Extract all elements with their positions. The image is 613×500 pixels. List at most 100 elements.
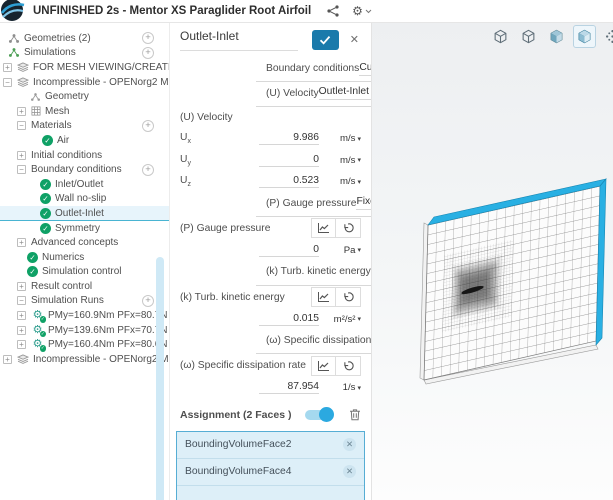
iso-view-button[interactable] <box>489 25 512 48</box>
shaded-view-button[interactable] <box>545 25 568 48</box>
tree-item-symmetry[interactable]: ✓ Symmetry <box>0 221 169 236</box>
expand-icon[interactable]: + <box>17 106 26 116</box>
collapse-icon[interactable]: − <box>17 296 26 306</box>
unit-label: m/s <box>340 133 356 145</box>
tree-item-incompressible-openorg2-mentor-r[interactable]: − Incompressible - OPENorg2 Mentor R... <box>0 75 169 90</box>
dropdown-boundary-conditions[interactable]: Custom <box>359 62 371 76</box>
expand-icon[interactable]: + <box>17 325 26 335</box>
reset-value-button[interactable] <box>336 218 361 239</box>
tree-item-label: Geometries (2) <box>24 32 91 44</box>
apply-button[interactable] <box>311 30 339 50</box>
add-button[interactable]: + <box>142 163 154 176</box>
expand-icon[interactable]: + <box>17 238 26 248</box>
tree-item-air[interactable]: ✓ Air <box>0 133 169 148</box>
expand-icon[interactable]: + <box>17 150 26 160</box>
unit-label: m/s <box>340 176 356 188</box>
tree-item-incompressible-openorg2-mentor-r[interactable]: + Incompressible - OPENorg2 Mentor R... <box>0 352 169 367</box>
application-window: UNFINISHED 2s - Mentor XS Paraglider Roo… <box>0 0 613 500</box>
unit-select[interactable]: m/s ▾ <box>319 133 361 144</box>
remove-face-icon[interactable]: ✕ <box>343 465 356 479</box>
expand-icon[interactable]: + <box>17 281 26 291</box>
mesh-view-button[interactable] <box>573 25 596 48</box>
tree-item-mesh[interactable]: + Mesh <box>0 104 169 119</box>
dropdown-u-velocity[interactable]: Outlet-Inlet <box>318 86 371 101</box>
value-input[interactable]: 0.015 <box>259 313 319 326</box>
dropdown-value: Fixed value <box>356 196 371 208</box>
tree-item-result-control[interactable]: + Result control <box>0 279 169 294</box>
share-icon[interactable] <box>327 5 339 17</box>
tree-item-geometries-2[interactable]: Geometries (2) + <box>0 31 169 46</box>
viewport-3d[interactable] <box>372 22 613 500</box>
tree-scrollbar[interactable] <box>156 257 164 500</box>
value-input[interactable]: 87.954 <box>259 381 319 395</box>
tree-item-advanced-concepts[interactable]: + Advanced concepts <box>0 235 169 250</box>
unit-select[interactable]: m/s ▾ <box>319 176 361 187</box>
field-label: (U) Velocity <box>180 111 233 123</box>
tree-item-simulation-control[interactable]: ✓ Simulation control <box>0 265 169 280</box>
expand-icon[interactable]: + <box>17 340 26 350</box>
value-input[interactable]: 0 <box>259 244 319 257</box>
tree-item-simulation-runs[interactable]: − Simulation Runs + <box>0 294 169 309</box>
check-icon: ✓ <box>27 266 38 278</box>
assigned-face-boundingvolumeface2[interactable]: BoundingVolumeFace2 ✕ <box>177 432 364 459</box>
face-name: BoundingVolumeFace2 <box>185 439 292 451</box>
perspective-view-button[interactable] <box>517 25 540 48</box>
expand-icon[interactable]: + <box>3 62 12 72</box>
add-button[interactable]: + <box>142 119 154 132</box>
value-input[interactable]: 0 <box>259 154 319 167</box>
tree-item-wall-no-slip[interactable]: ✓ Wall no-slip <box>0 192 169 207</box>
table-input-button[interactable] <box>311 287 336 308</box>
collapse-icon[interactable]: − <box>17 121 26 131</box>
check-icon: ✓ <box>27 251 38 263</box>
tree-item-initial-conditions[interactable]: + Initial conditions <box>0 148 169 163</box>
tree-item-boundary-conditions[interactable]: − Boundary conditions + <box>0 162 169 177</box>
assignment-list: BoundingVolumeFace2 ✕ BoundingVolumeFace4 ✕ <box>176 430 365 500</box>
unit-select[interactable]: m/s ▾ <box>319 155 361 166</box>
tree-item-simulations[interactable]: Simulations + <box>0 46 169 61</box>
tree-item-materials[interactable]: − Materials + <box>0 119 169 134</box>
assigned-face-boundingvolumeface4[interactable]: BoundingVolumeFace4 ✕ <box>177 459 364 486</box>
tree-item-label: PMy=139.6Nm PFx=70.7N 3ao... <box>48 324 169 336</box>
add-button[interactable]: + <box>142 46 154 59</box>
settings-menu-button[interactable]: ⚙ <box>352 5 372 17</box>
table-input-button[interactable] <box>311 355 336 376</box>
reset-value-button[interactable] <box>336 355 361 376</box>
tree-item-pmy-160-9nm-pfx-80-7n-3ao[interactable]: + ⚙✓PMy=160.9Nm PFx=80.7N 3ao... <box>0 308 169 323</box>
add-button[interactable]: + <box>142 32 154 45</box>
tree-item-pmy-160-4nm-pfx-80-6n-3ao[interactable]: + ⚙✓PMy=160.4Nm PFx=80.6N 3ao... <box>0 337 169 352</box>
dropdown-p-gauge-pressure[interactable]: Fixed value <box>356 196 371 211</box>
panel-header: Outlet-Inlet ✕ <box>170 22 371 54</box>
value-input[interactable]: 0.523 <box>259 175 319 189</box>
tree-item-outlet-inlet[interactable]: ✓ Outlet-Inlet <box>0 206 169 221</box>
unit-select[interactable]: m²/s² ▾ <box>319 314 361 325</box>
reset-value-button[interactable] <box>336 287 361 308</box>
collapse-icon[interactable]: − <box>3 77 12 87</box>
expand-icon[interactable]: + <box>3 354 12 364</box>
remove-face-icon[interactable]: ✕ <box>343 438 356 452</box>
tree-item-pmy-139-6nm-pfx-70-7n-3ao[interactable]: + ⚙✓PMy=139.6Nm PFx=70.7N 3ao... <box>0 323 169 338</box>
expand-icon[interactable]: + <box>17 311 26 321</box>
tree-item-label: Outlet-Inlet <box>55 207 104 219</box>
table-input-button[interactable] <box>311 218 336 239</box>
unit-select[interactable]: Pa ▾ <box>319 245 361 256</box>
assignment-toggle[interactable] <box>305 407 334 423</box>
caret-down-icon: ▾ <box>357 157 361 165</box>
field-label: Ux <box>180 132 191 146</box>
caret-down-icon: ▾ <box>357 384 361 392</box>
value-input[interactable]: 9.986 <box>259 132 319 146</box>
collapse-icon[interactable]: − <box>17 165 26 175</box>
trash-icon[interactable] <box>349 408 361 421</box>
pan-view-button[interactable] <box>601 25 613 48</box>
close-icon[interactable]: ✕ <box>348 33 361 48</box>
tree-item-numerics[interactable]: ✓ Numerics <box>0 250 169 265</box>
unit-select[interactable]: 1/s ▾ <box>319 382 361 393</box>
layers-icon <box>17 354 29 365</box>
tree-item-for-mesh-viewing-creation-on[interactable]: + FOR MESH VIEWING/CREATION ON... <box>0 60 169 75</box>
tree-item-geometry[interactable]: Geometry <box>0 89 169 104</box>
caret-down-icon: ▾ <box>357 247 361 255</box>
panel-row-p-gauge-pressure-select: (P) Gauge pressureFixed value <box>256 192 371 217</box>
add-button[interactable]: + <box>142 294 154 307</box>
tree-item-inlet-outlet[interactable]: ✓ Inlet/Outlet <box>0 177 169 192</box>
gear-run-icon: ⚙ ✓ <box>32 323 46 338</box>
panel-row-ux-input: Ux 9.986 m/s ▾ <box>170 128 371 149</box>
